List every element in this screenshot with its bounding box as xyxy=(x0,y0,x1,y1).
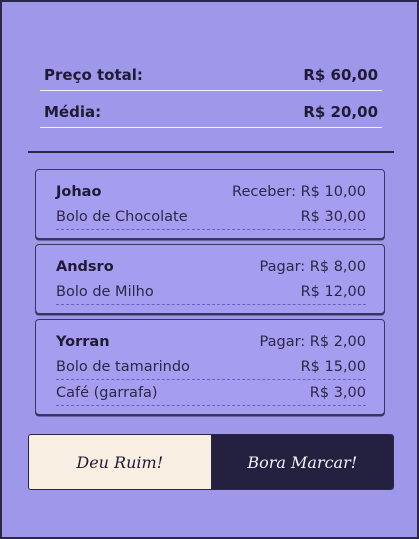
person-balance: Pagar: R$ 2,00 xyxy=(259,333,366,350)
person-balance: Receber: R$ 10,00 xyxy=(232,183,366,200)
item-name: Café (garrafa) xyxy=(56,384,158,401)
list-item: Café (garrafa) R$ 3,00 xyxy=(56,380,366,406)
person-card-andsro[interactable]: Andsro Pagar: R$ 8,00 Bolo de Milho R$ 1… xyxy=(35,244,385,314)
person-name: Yorran xyxy=(56,333,110,350)
list-item: Bolo de Milho R$ 12,00 xyxy=(56,279,366,305)
item-price: R$ 15,00 xyxy=(300,358,366,375)
item-name: Bolo de Milho xyxy=(56,283,154,300)
item-name: Bolo de Chocolate xyxy=(56,208,188,225)
average-value: R$ 20,00 xyxy=(303,103,378,121)
average-row: Média: R$ 20,00 xyxy=(40,97,382,128)
item-price: R$ 12,00 xyxy=(300,283,366,300)
total-price-row: Preço total: R$ 60,00 xyxy=(40,60,382,91)
section-divider xyxy=(28,151,394,153)
person-header: Andsro Pagar: R$ 8,00 xyxy=(56,254,366,279)
person-header: Yorran Pagar: R$ 2,00 xyxy=(56,329,366,354)
person-name: Johao xyxy=(56,183,102,200)
summary-section: Preço total: R$ 60,00 Média: R$ 20,00 xyxy=(40,60,382,128)
person-balance: Pagar: R$ 8,00 xyxy=(259,258,366,275)
item-name: Bolo de tamarindo xyxy=(56,358,190,375)
action-bar: Deu Ruim! Bora Marcar! xyxy=(28,434,394,490)
person-header: Johao Receber: R$ 10,00 xyxy=(56,179,366,204)
item-price: R$ 3,00 xyxy=(309,384,366,401)
cancel-button[interactable]: Deu Ruim! xyxy=(29,435,212,489)
bill-split-panel: Preço total: R$ 60,00 Média: R$ 20,00 Jo… xyxy=(0,0,419,539)
total-price-label: Preço total: xyxy=(44,66,143,84)
total-price-value: R$ 60,00 xyxy=(303,66,378,84)
item-price: R$ 30,00 xyxy=(300,208,366,225)
average-label: Média: xyxy=(44,103,102,121)
person-name: Andsro xyxy=(56,258,114,275)
list-item: Bolo de tamarindo R$ 15,00 xyxy=(56,354,366,380)
confirm-button[interactable]: Bora Marcar! xyxy=(211,435,393,489)
person-card-johao[interactable]: Johao Receber: R$ 10,00 Bolo de Chocolat… xyxy=(35,169,385,239)
list-item: Bolo de Chocolate R$ 30,00 xyxy=(56,204,366,230)
person-card-yorran[interactable]: Yorran Pagar: R$ 2,00 Bolo de tamarindo … xyxy=(35,319,385,415)
